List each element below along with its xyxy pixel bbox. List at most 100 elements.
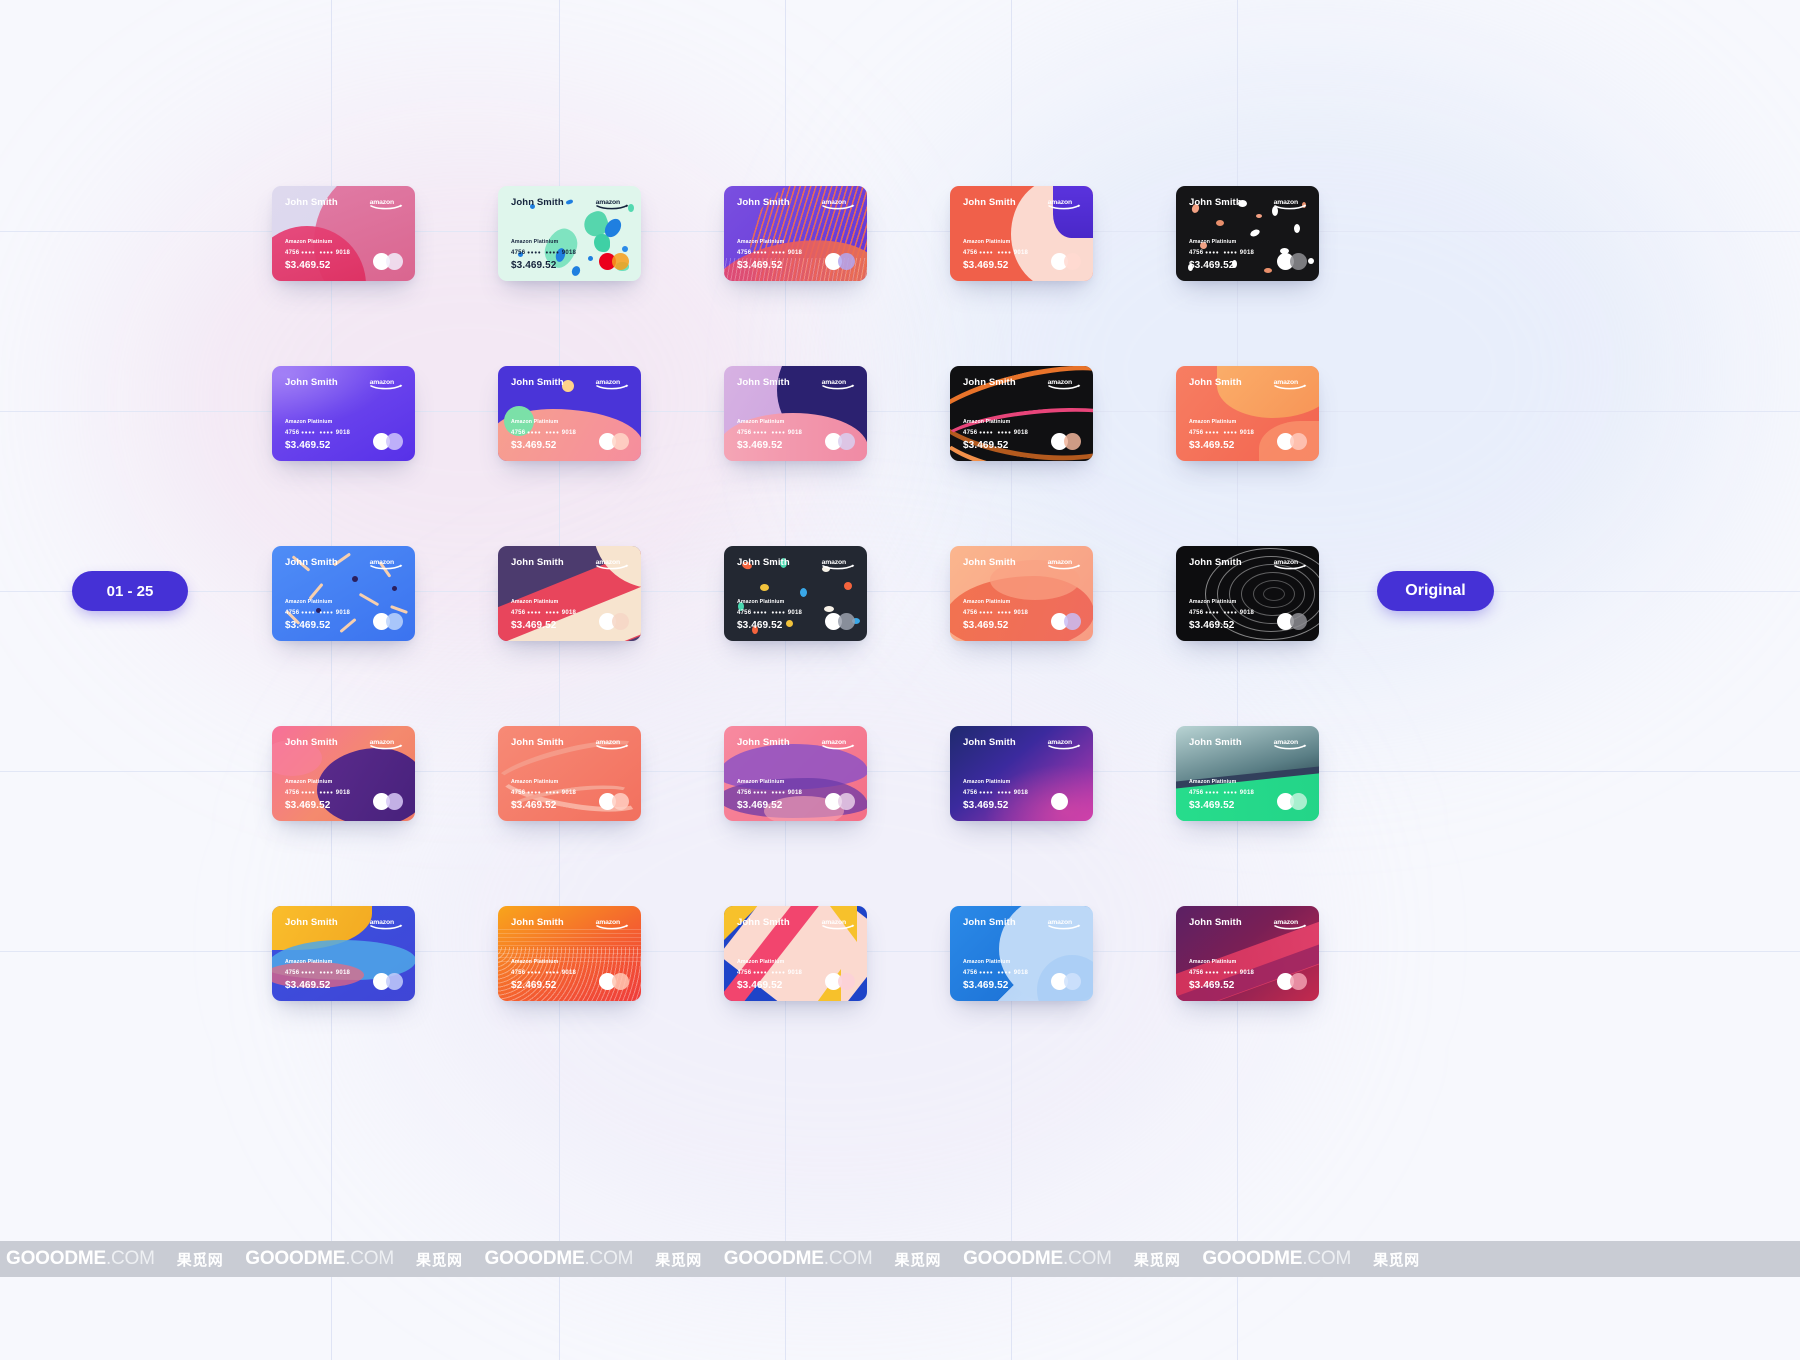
svg-text:amazon: amazon [1048,199,1072,206]
credit-card-24[interactable]: John Smith Amazon Platinium 4756 •••• •••• 90… [950,906,1093,1001]
amazon-logo-icon: amazon [821,377,855,390]
watermark-site: GOOODME.COM [1202,1248,1352,1269]
amazon-logo-icon: amazon [369,737,403,750]
credit-card-02[interactable]: John Smith Amazon Platinium 4756 •••• •••• 90… [498,186,641,281]
credit-card-01[interactable]: John Smith Amazon Platinium 4756 •••• •••• 90… [272,186,415,281]
credit-card-12[interactable]: John Smith Amazon Platinium 4756 •••• •••• 90… [498,546,641,641]
amazon-logo-icon: amazon [595,197,629,210]
card-number: 4756 •••• •••• 9018 [737,789,803,797]
credit-card-18[interactable]: John Smith Amazon Platinium 4756 •••• •••• 90… [724,726,867,821]
svg-text:amazon: amazon [1274,379,1298,386]
credit-card-13[interactable]: John Smith Amazon Platinium 4756 •••• •••• 90… [724,546,867,641]
watermark-site: GOOODME.COM [6,1248,155,1269]
svg-text:amazon: amazon [1274,199,1298,206]
card-number: 4756 •••• •••• 9018 [511,969,577,977]
card-balance: $3.469.52 [1189,980,1235,991]
card-balance: $3.469.52 [285,620,331,631]
canvas: 01 - 25 Original John Smith Amazon Platin… [0,0,1800,1360]
mastercard-icon [825,253,855,270]
card-balance: $3.469.52 [963,620,1009,631]
credit-card-04[interactable]: John Smith Amazon Platinium 4756 •••• •••• 90… [950,186,1093,281]
mastercard-icon [373,793,403,810]
bg-tint-pink [120,120,820,680]
amazon-logo-icon: amazon [369,557,403,570]
credit-card-03[interactable]: John Smith Amazon Platinium 4756 •••• •••• 90… [724,186,867,281]
range-badge[interactable]: 01 - 25 [72,571,188,611]
svg-text:amazon: amazon [1274,739,1298,746]
card-balance: $3.469.52 [285,980,331,991]
amazon-logo-icon: amazon [821,917,855,930]
svg-text:amazon: amazon [1048,739,1072,746]
credit-card-16[interactable]: John Smith Amazon Platinium 4756 •••• •••• 90… [272,726,415,821]
amazon-logo-icon: amazon [1273,737,1307,750]
mastercard-icon [599,973,629,990]
watermark-cn: 果觅网 [416,1251,463,1269]
credit-card-15[interactable]: John Smith Amazon Platinium 4756 •••• •••• 90… [1176,546,1319,641]
amazon-logo-icon: amazon [1047,917,1081,930]
credit-card-25[interactable]: John Smith Amazon Platinium 4756 •••• •••• 90… [1176,906,1319,1001]
amazon-logo-icon: amazon [1047,557,1081,570]
amazon-logo-icon: amazon [369,917,403,930]
card-number: 4756 •••• •••• 9018 [285,249,351,257]
card-number: 4756 •••• •••• 9018 [1189,609,1255,617]
svg-text:amazon: amazon [1274,559,1298,566]
amazon-logo-icon: amazon [1273,377,1307,390]
card-tier: Amazon Platinium [963,779,1011,785]
credit-card-06[interactable]: John Smith Amazon Platinium 4756 •••• •••• 90… [272,366,415,461]
credit-card-21[interactable]: John Smith Amazon Platinium 4756 •••• •••• 90… [272,906,415,1001]
guide-horizontal-3 [0,591,1800,592]
svg-text:amazon: amazon [596,199,620,206]
card-number: 4756 •••• •••• 9018 [1189,249,1255,257]
mastercard-icon [599,613,629,630]
credit-card-20[interactable]: John Smith Amazon Platinium 4756 •••• •••• 90… [1176,726,1319,821]
card-number: 4756 •••• •••• 9018 [963,609,1029,617]
svg-text:amazon: amazon [822,919,846,926]
credit-card-19[interactable]: John Smith Amazon Platinium 4756 •••• •••• 90… [950,726,1093,821]
credit-card-08[interactable]: John Smith Amazon Platinium 4756 •••• •••• 90… [724,366,867,461]
card-tier: Amazon Platinium [737,599,785,605]
card-number: 4756 •••• •••• 9018 [285,789,351,797]
card-balance: $3.469.52 [737,800,783,811]
mastercard-icon [825,973,855,990]
card-balance: $3.469.52 [511,620,557,631]
svg-text:amazon: amazon [1048,919,1072,926]
svg-text:amazon: amazon [822,559,846,566]
card-number: 4756 •••• •••• 9018 [737,249,803,257]
card-number: 4756 •••• •••• 9018 [963,789,1029,797]
card-balance: $3.469.52 [285,260,331,271]
card-tier: Amazon Platinium [963,419,1011,425]
credit-card-11[interactable]: John Smith Amazon Platinium 4756 •••• •••• 90… [272,546,415,641]
card-balance: $3.469.52 [737,440,783,451]
mastercard-icon [825,793,855,810]
credit-card-05[interactable]: John Smith Amazon Platinium 4756 •••• •••• 90… [1176,186,1319,281]
credit-card-22[interactable]: John Smith Amazon Platinium 4756 •••• •••• 90… [498,906,641,1001]
mastercard-icon [1277,793,1307,810]
card-balance: $3.469.52 [737,620,783,631]
credit-card-07[interactable]: John Smith Amazon Platinium 4756 •••• •••• 90… [498,366,641,461]
card-tier: Amazon Platinium [511,239,559,245]
credit-card-17[interactable]: John Smith Amazon Platinium 4756 •••• •••• 90… [498,726,641,821]
credit-card-09[interactable]: John Smith Amazon Platinium 4756 •••• •••• 90… [950,366,1093,461]
card-number: 4756 •••• •••• 9018 [1189,429,1255,437]
original-badge[interactable]: Original [1377,571,1494,611]
watermark-site: GOOODME.COM [484,1248,634,1269]
card-tier: Amazon Platinium [963,959,1011,965]
svg-text:amazon: amazon [596,559,620,566]
card-tier: Amazon Platinium [511,959,559,965]
card-number: 4756 •••• •••• 9018 [963,969,1029,977]
credit-card-23[interactable]: John Smith Amazon Platinium 4756 •••• •••• 90… [724,906,867,1001]
card-number: 4756 •••• •••• 9018 [737,969,803,977]
amazon-logo-icon: amazon [821,557,855,570]
mastercard-icon [1051,613,1081,630]
credit-card-14[interactable]: John Smith Amazon Platinium 4756 •••• •••• 90… [950,546,1093,641]
card-tier: Amazon Platinium [511,419,559,425]
credit-card-10[interactable]: John Smith Amazon Platinium 4756 •••• •••• 90… [1176,366,1319,461]
card-tier: Amazon Platinium [1189,959,1237,965]
card-balance: $3.469.52 [963,260,1009,271]
amazon-logo-icon: amazon [1047,737,1081,750]
card-balance: $3.469.52 [963,800,1009,811]
card-tier: Amazon Platinium [511,779,559,785]
mastercard-icon [599,253,629,270]
watermark-site: GOOODME.COM [723,1248,873,1269]
mastercard-icon [373,253,403,270]
